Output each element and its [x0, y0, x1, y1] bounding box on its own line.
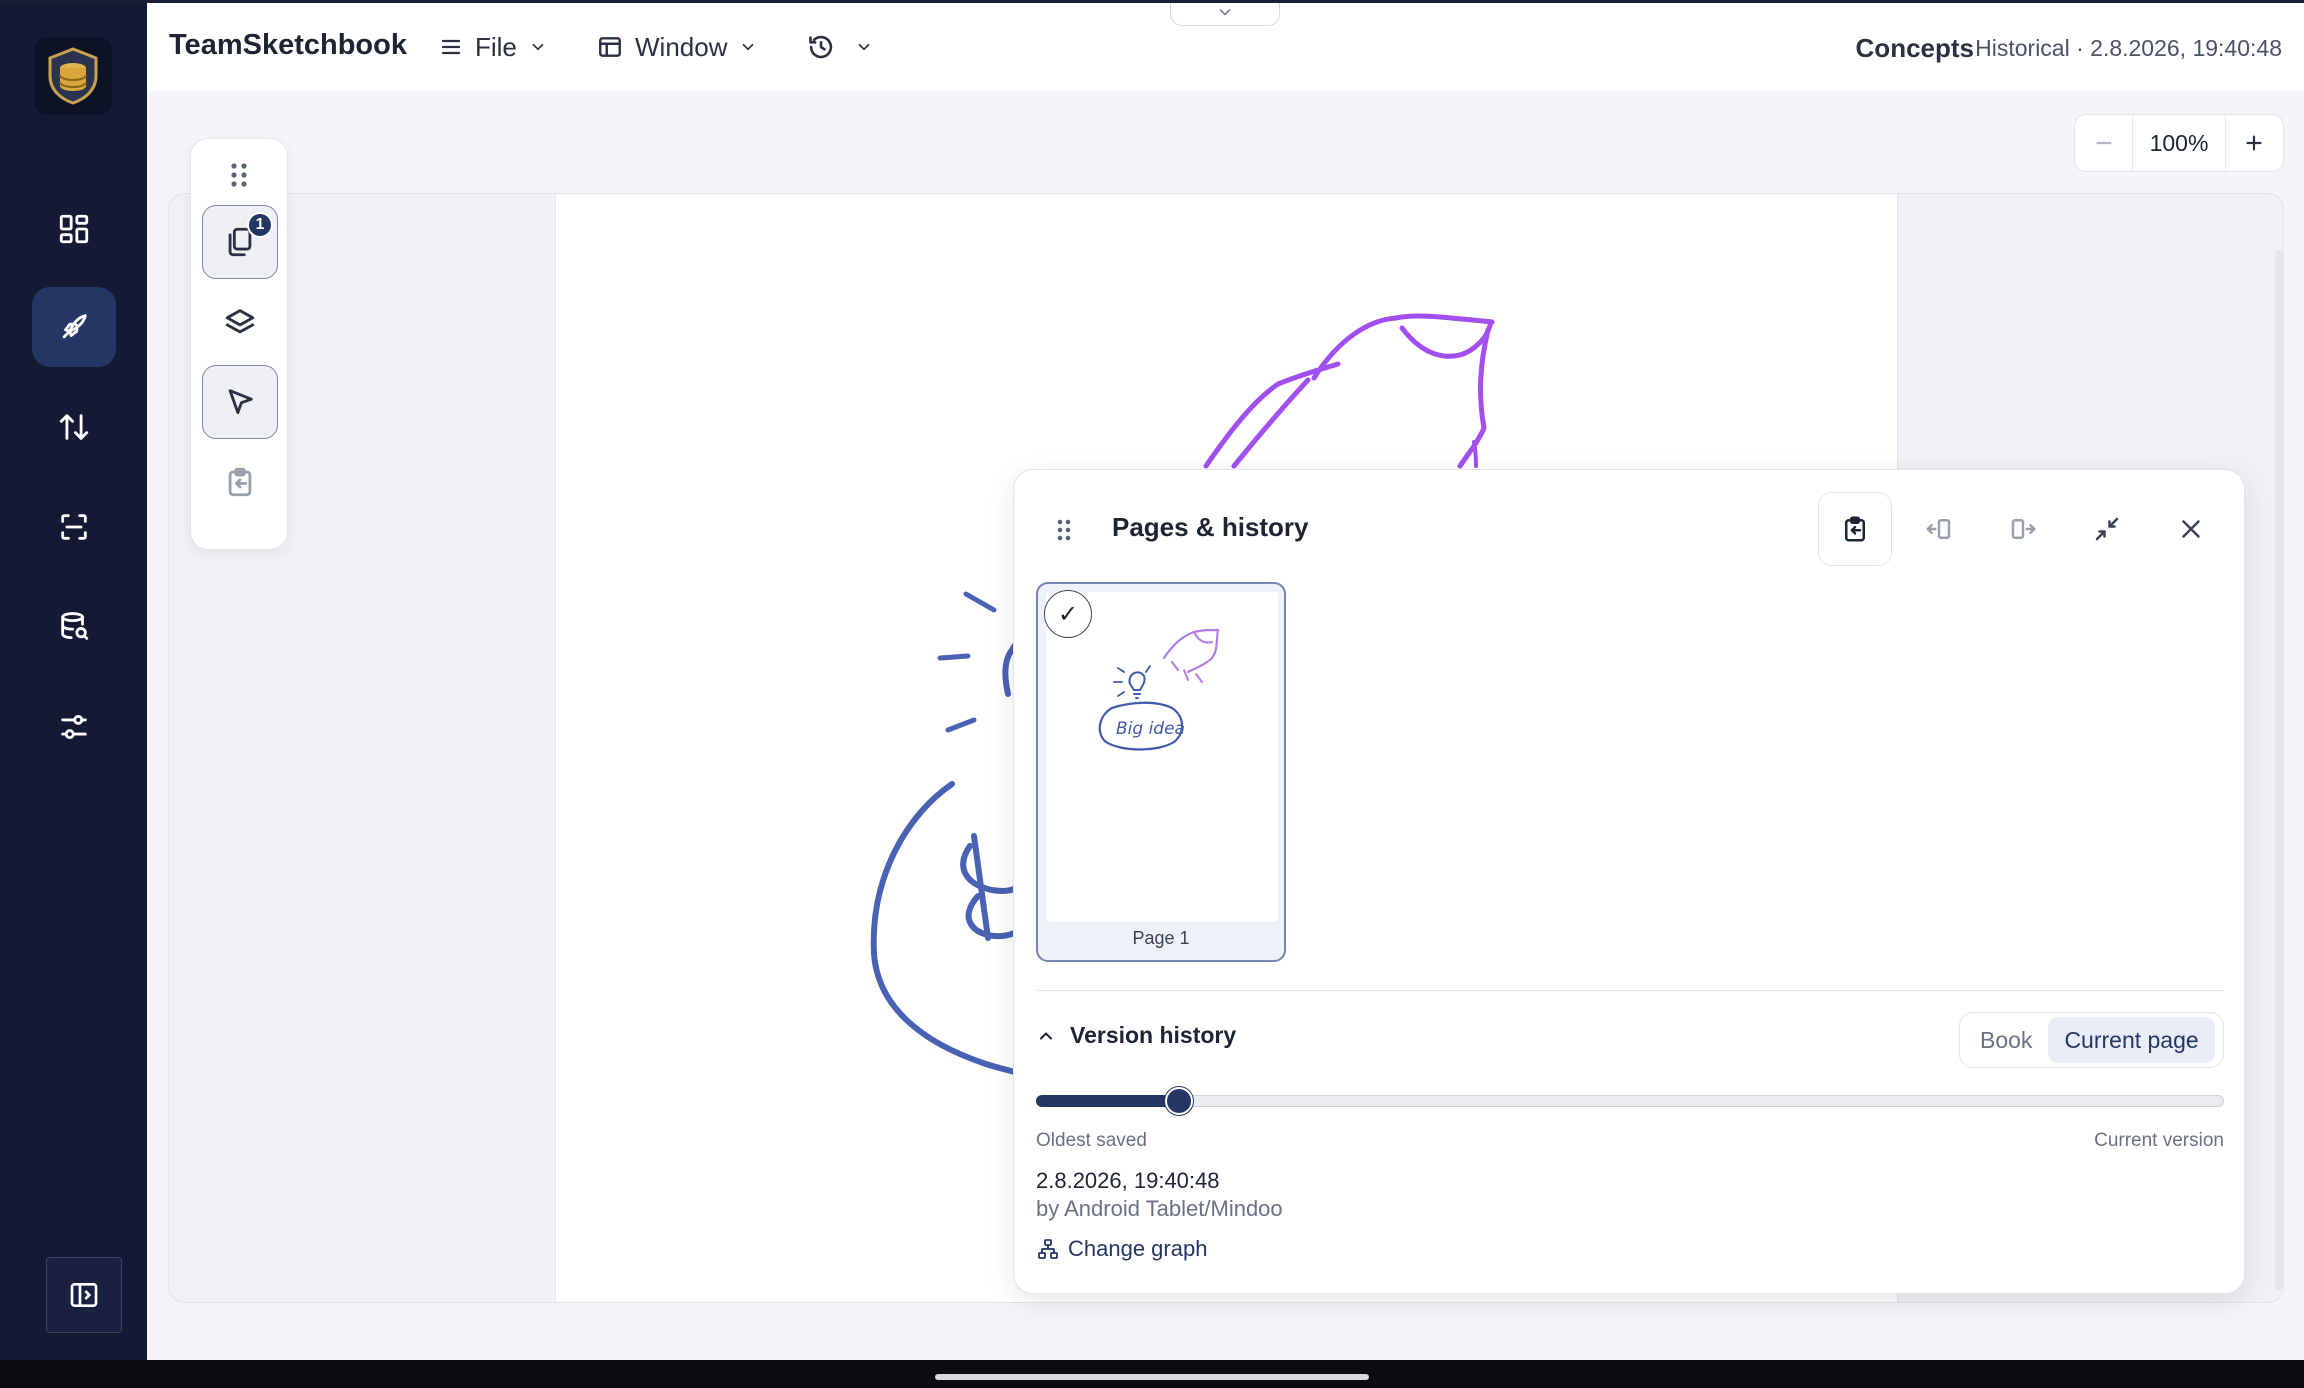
version-timestamp: 2.8.2026, 19:40:48 — [1036, 1168, 1220, 1193]
pages-history-panel: Pages & history Big idea ✓ Page 1 Versio… — [1013, 469, 2245, 1294]
history-icon — [809, 35, 833, 59]
version-slider[interactable] — [1036, 1087, 2224, 1115]
change-graph-label: Change graph — [1068, 1236, 1208, 1261]
oldest-saved-label: Oldest saved — [1036, 1130, 1147, 1151]
drag-handle-icon[interactable] — [229, 161, 249, 189]
dock-left-button[interactable] — [1902, 492, 1976, 566]
clipboard-import-icon — [228, 467, 252, 497]
expand-sidebar-button[interactable] — [46, 1257, 122, 1333]
document-name[interactable]: Concepts — [1856, 33, 1974, 64]
window-menu[interactable]: Window — [597, 27, 757, 67]
layers-icon — [225, 309, 255, 334]
window-top-edge — [0, 0, 2304, 3]
version-slider-fill — [1036, 1095, 1179, 1107]
chevron-down-icon — [858, 43, 870, 51]
minus-icon — [2096, 141, 2112, 145]
top-header: TeamSketchbook File Window Concepts Hist… — [147, 0, 2304, 91]
paste-page-button[interactable] — [1818, 492, 1892, 566]
layout-icon — [599, 37, 621, 57]
version-slider-track[interactable] — [1036, 1095, 2224, 1107]
minimize-arrows-icon — [2095, 517, 2119, 541]
rocket-icon — [62, 314, 87, 339]
scope-book-option[interactable]: Book — [1964, 1017, 2048, 1063]
clipboard-import-icon — [1845, 516, 1865, 542]
historical-version-stamp: Historical · 2.8.2026, 19:40:48 — [1975, 35, 2282, 61]
dock-left-icon — [1926, 519, 1951, 539]
graph-tree-icon — [1038, 1239, 1058, 1259]
dock-right-button[interactable] — [1986, 492, 2060, 566]
close-panel-button[interactable] — [2154, 492, 2228, 566]
scan-nav-button[interactable] — [32, 487, 116, 567]
layers-tool-button[interactable] — [202, 285, 278, 359]
current-version-label: Current version — [2094, 1130, 2224, 1151]
pointer-arrow-icon — [228, 389, 253, 415]
header-collapse-tab[interactable] — [1170, 0, 1280, 26]
dashboard-nav-button[interactable] — [32, 189, 116, 269]
chevron-down-icon — [743, 43, 754, 51]
zoom-in-button[interactable] — [2226, 115, 2283, 171]
arrows-up-down-icon — [59, 414, 89, 440]
database-search-icon — [61, 612, 89, 640]
zoom-level: 100% — [2132, 115, 2226, 171]
left-navigation-rail — [0, 3, 147, 1360]
home-indicator[interactable] — [935, 1374, 1369, 1380]
dashboard-icon — [59, 214, 89, 244]
chevron-up-icon — [1040, 1031, 1052, 1039]
minimize-panel-button[interactable] — [2070, 492, 2144, 566]
page-thumbnail-preview: Big idea — [1046, 592, 1278, 922]
select-tool-button[interactable] — [202, 365, 278, 439]
thumbnail-sketch-text: Big idea — [1116, 719, 1185, 739]
close-icon — [2182, 520, 2200, 538]
plus-icon — [2246, 135, 2262, 151]
pages-tool-button[interactable]: 1 — [202, 205, 278, 279]
version-author: by Android Tablet/Mindoo — [1036, 1196, 1283, 1221]
tool-palette: 1 — [190, 138, 288, 550]
history-menu[interactable] — [807, 27, 873, 67]
file-menu-label: File — [475, 31, 517, 62]
pages-count-badge: 1 — [247, 212, 273, 238]
page-thumbnail-label: Page 1 — [1132, 928, 1190, 948]
scan-icon — [61, 514, 87, 540]
version-slider-thumb[interactable] — [1164, 1087, 1193, 1115]
page-thumbnail-card[interactable]: Big idea ✓ Page 1 — [1036, 582, 1286, 962]
panel-title: Pages & history — [1112, 512, 1309, 542]
hamburger-icon — [441, 39, 461, 55]
file-menu[interactable]: File — [439, 27, 547, 67]
sliders-icon — [61, 714, 87, 740]
sync-nav-button[interactable] — [32, 387, 116, 467]
app-title: TeamSketchbook — [169, 29, 407, 61]
launch-nav-button[interactable] — [32, 287, 116, 367]
panel-divider — [1036, 990, 2224, 991]
canvas-vertical-scrollbar[interactable] — [2275, 250, 2283, 1290]
app-logo[interactable] — [34, 37, 112, 115]
paste-tool-button[interactable] — [202, 445, 278, 519]
zoom-control: 100% — [2074, 114, 2284, 172]
chevron-down-icon — [532, 43, 544, 51]
page-selected-checkmark[interactable]: ✓ — [1044, 590, 1092, 638]
database-search-nav-button[interactable] — [32, 587, 116, 667]
page-thumbnail-sketch: Big idea — [1098, 628, 1220, 751]
sidebar-expand-icon — [70, 1283, 98, 1307]
shield-database-logo-icon — [48, 47, 98, 105]
dock-right-icon — [2011, 519, 2036, 539]
settings-nav-button[interactable] — [32, 687, 116, 767]
history-scope-toggle: Book Current page — [1959, 1012, 2224, 1068]
change-graph-link[interactable]: Change graph — [1036, 1236, 1207, 1262]
scope-current-page-option[interactable]: Current page — [2048, 1017, 2215, 1063]
version-history-toggle[interactable]: Version history — [1036, 1022, 1236, 1049]
drag-handle-icon[interactable] — [1056, 518, 1072, 542]
chevron-down-icon — [1219, 8, 1231, 16]
version-history-title: Version history — [1070, 1022, 1237, 1048]
zoom-out-button[interactable] — [2075, 115, 2132, 171]
window-menu-label: Window — [635, 31, 728, 62]
